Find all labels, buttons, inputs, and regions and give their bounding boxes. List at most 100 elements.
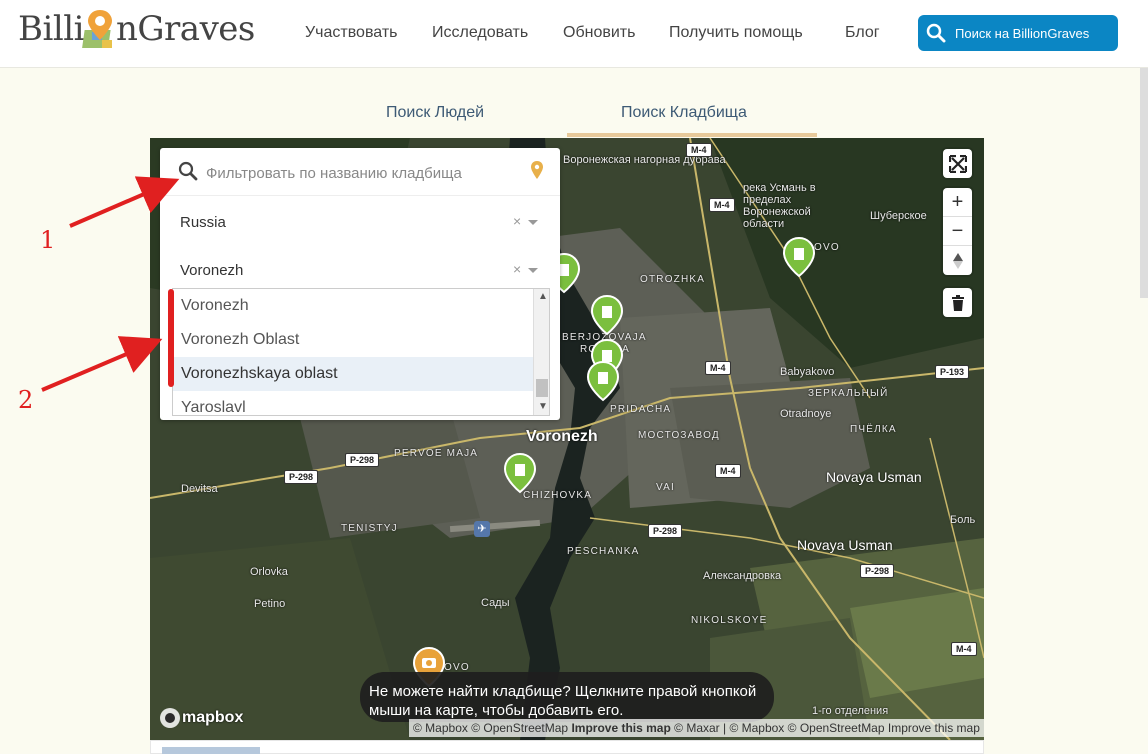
road-sign: M-4: [715, 464, 741, 478]
map-label-orlovka: Orlovka: [250, 566, 288, 578]
road-sign: M-4: [709, 198, 735, 212]
compass-icon[interactable]: [943, 246, 972, 275]
road-sign: M-4: [686, 143, 712, 157]
map-label-peschanka: PESCHANKA: [567, 546, 640, 557]
cemetery-marker-icon: [590, 294, 624, 336]
country-select[interactable]: Russia ×: [160, 200, 560, 246]
region-dropdown-list: Voronezh Voronezh Oblast Voronezhskaya o…: [172, 288, 550, 416]
map-label-pridacha: PRIDACHA: [610, 404, 672, 415]
nav-get-help[interactable]: Получить помощь: [669, 24, 803, 42]
zoom-in-icon[interactable]: +: [943, 188, 972, 217]
cemetery-marker[interactable]: [782, 236, 816, 278]
map-label-mostozavod: МОСТОЗАВОД: [638, 430, 720, 441]
map-label-devitsa: Devitsa: [181, 483, 218, 495]
map-label-tenistyj: TENISTYJ: [341, 523, 398, 534]
location-pin-icon[interactable]: [530, 160, 544, 180]
trash-icon[interactable]: [943, 288, 972, 317]
nav-participate[interactable]: Участвовать: [305, 24, 397, 42]
map-label-novaya-usman-2: Novaya Usman: [797, 537, 893, 553]
zoom-out-icon[interactable]: −: [943, 217, 972, 246]
result-thumbnail[interactable]: [162, 747, 260, 754]
road-sign: P-298: [345, 453, 380, 467]
attribution-mapbox-osm[interactable]: © Mapbox © OpenStreetMap: [413, 721, 568, 735]
map-label-nikolskoye: NIKOLSKOYE: [691, 615, 768, 626]
country-clear-icon[interactable]: ×: [513, 213, 521, 229]
map-attribution: © Mapbox © OpenStreetMap Improve this ma…: [409, 719, 984, 737]
delete-control: [943, 288, 972, 317]
road-sign: P-298: [284, 470, 319, 484]
improve-map-link[interactable]: Improve this map: [571, 721, 670, 735]
road-sign: M-4: [705, 361, 731, 375]
chevron-down-icon[interactable]: [528, 220, 538, 225]
map-label-river-usman: река Усмань в пределах Воронежской облас…: [743, 182, 816, 230]
map-label-otrozhka: OTROZHKA: [640, 274, 706, 285]
map-label-bolshaya: Боль: [950, 514, 976, 526]
active-tab-indicator: [567, 133, 817, 137]
billiongraves-logo[interactable]: Billi nGraves: [18, 4, 255, 54]
attribution-maxar[interactable]: © Maxar | © Mapbox © OpenStreetMap Impro…: [674, 721, 980, 735]
nav-update[interactable]: Обновить: [563, 24, 635, 42]
map-label-voronezh: Voronezh: [526, 428, 598, 445]
map-label-rojo: OVO: [814, 242, 840, 253]
cemetery-marker[interactable]: [503, 452, 537, 494]
mapbox-logo-text: mapbox: [182, 709, 244, 726]
mapbox-icon: [160, 708, 180, 728]
map-label-petino: Petino: [254, 598, 286, 610]
dropdown-option[interactable]: Voronezh: [173, 289, 533, 323]
region-select-value: Voronezh: [180, 262, 244, 279]
dropdown-option[interactable]: Voronezh Oblast: [173, 323, 533, 357]
region-clear-icon[interactable]: ×: [513, 261, 521, 277]
page-scrollbar[interactable]: [1140, 68, 1148, 298]
nav-blog[interactable]: Блог: [845, 24, 880, 42]
cemetery-name-filter-input[interactable]: [206, 162, 526, 184]
map-pin-logo-icon: [82, 6, 118, 52]
fullscreen-icon[interactable]: [943, 149, 972, 178]
nav-explore[interactable]: Исследовать: [432, 24, 528, 42]
add-cemetery-hint: Не можете найти кладбище? Щелкните право…: [360, 672, 774, 722]
cemetery-filter-panel: Russia × Voronezh × Voronezh Voronezh Ob…: [160, 148, 560, 420]
cemetery-marker[interactable]: [590, 294, 624, 336]
airport-icon: ✈: [474, 521, 490, 537]
road-sign: P-193: [935, 365, 970, 379]
map-label-vai: VAI: [656, 482, 675, 493]
map-label-pervo-otdelenie: 1-го отделения: [812, 705, 889, 717]
site-header: Billi nGraves Участвовать Исследовать Об…: [0, 0, 1148, 68]
zoom-controls: + −: [943, 188, 972, 275]
results-strip: [150, 740, 984, 754]
dropdown-option-highlighted[interactable]: Voronezhskaya oblast: [173, 357, 533, 391]
chevron-down-icon[interactable]: [528, 268, 538, 273]
map-label-shuberskoe: Шуберское: [870, 210, 927, 222]
mapbox-logo[interactable]: mapbox: [158, 706, 243, 730]
annotation-number-1: 1: [40, 226, 56, 254]
road-sign: M-4: [951, 642, 977, 656]
dropdown-option[interactable]: Yaroslavl: [173, 391, 533, 415]
search-icon: [926, 23, 946, 43]
map-label-aleksandrovka: Александровка: [703, 570, 782, 582]
tab-search-cemetery[interactable]: Поиск Кладбища: [621, 104, 747, 122]
road-sign: P-298: [648, 524, 683, 538]
dropdown-scrollbar[interactable]: ▲ ▼: [533, 289, 549, 415]
road-sign: P-298: [860, 564, 895, 578]
cemetery-marker-icon: [586, 360, 620, 402]
map-label-otradnoye: Otradnoye: [780, 408, 832, 420]
map-label-sady: Сады: [481, 597, 510, 609]
map-label-babyakovo: Babyakovo: [780, 366, 835, 378]
country-select-value: Russia: [180, 214, 226, 231]
annotation-arrow-2: [41, 336, 163, 392]
map-label-pchelka: ПЧЁЛКА: [850, 424, 897, 435]
search-billiongraves-button[interactable]: Поиск на BillionGraves: [918, 15, 1118, 51]
search-icon: [178, 161, 198, 181]
map-label-zerkalny: ЗЕРКАЛЬНЫЙ: [808, 388, 889, 399]
cemetery-marker-icon: [782, 236, 816, 278]
search-button-label: Поиск на BillionGraves: [955, 25, 1090, 41]
scroll-up-icon[interactable]: ▲: [538, 291, 548, 302]
filter-row: [160, 148, 560, 196]
tab-search-people[interactable]: Поиск Людей: [386, 104, 484, 122]
scroll-thumb[interactable]: [536, 379, 548, 397]
logo-text-left: Billi: [18, 9, 84, 49]
cemetery-marker-icon: [503, 452, 537, 494]
cemetery-marker[interactable]: [586, 360, 620, 402]
map-label-pervoe-maja: PERVOE MAJA: [394, 448, 479, 459]
scroll-down-icon[interactable]: ▼: [538, 401, 548, 412]
annotation-number-2: 2: [18, 386, 34, 414]
